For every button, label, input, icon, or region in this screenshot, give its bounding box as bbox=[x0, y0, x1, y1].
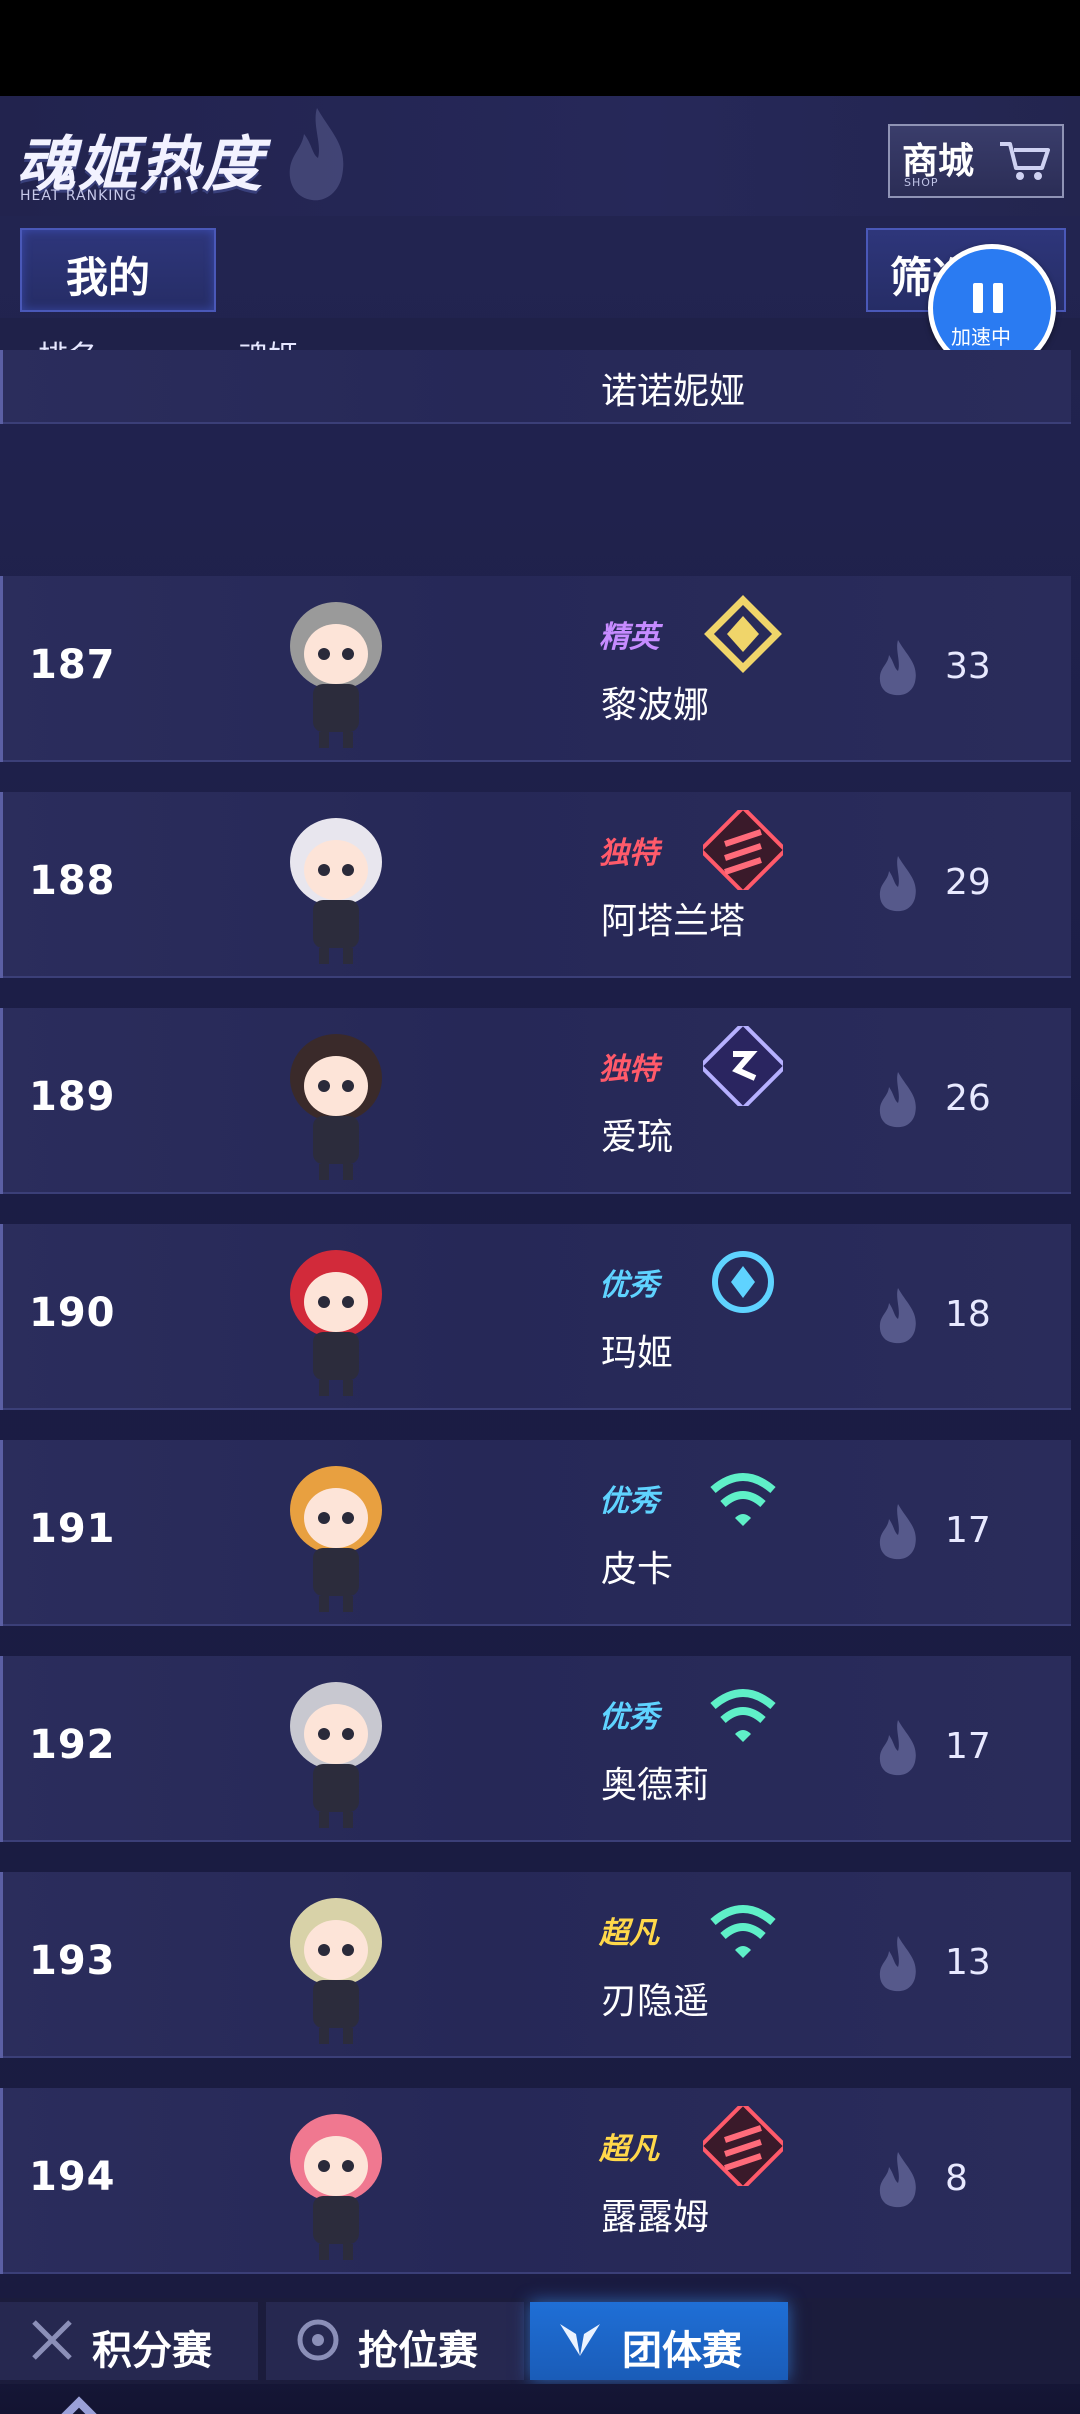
ranking-row-partial[interactable]: 诺诺妮娅 bbox=[0, 350, 1071, 424]
ranking-row[interactable]: 194 超凡露露姆 8 bbox=[0, 2088, 1071, 2274]
quality-badge: 超凡 bbox=[599, 2132, 659, 2167]
crossed-swords-icon bbox=[32, 2320, 72, 2360]
rune-purple-icon bbox=[703, 1026, 783, 1106]
tab-label: 团体赛 bbox=[622, 2328, 742, 2374]
ring-cyan-icon bbox=[712, 1251, 774, 1313]
pause-icon bbox=[973, 283, 983, 313]
heat-value: 8 bbox=[945, 2158, 968, 2199]
rank-number: 190 bbox=[29, 1290, 116, 1336]
quality-badge: 精英 bbox=[599, 620, 659, 655]
page-subtitle: HEAT RANKING bbox=[20, 188, 137, 204]
heat-value: 29 bbox=[945, 862, 991, 903]
slash-red-icon bbox=[703, 2106, 783, 2186]
flame-icon bbox=[879, 640, 916, 696]
character-avatar[interactable] bbox=[251, 1880, 421, 2050]
character-name: 奥德莉 bbox=[601, 1765, 710, 1806]
character-avatar[interactable] bbox=[251, 1232, 421, 1402]
rank-number: 192 bbox=[29, 1722, 116, 1768]
rank-number: 188 bbox=[29, 858, 116, 904]
tab-position-match[interactable]: 抢位赛 bbox=[266, 2302, 524, 2380]
rank-number: 193 bbox=[29, 1938, 116, 1984]
heat-value: 17 bbox=[945, 1510, 991, 1551]
back-logo-icon[interactable] bbox=[24, 2396, 134, 2414]
flame-icon bbox=[879, 2152, 916, 2208]
character-name: 爱琉 bbox=[601, 1117, 674, 1158]
character-name: 诺诺妮娅 bbox=[601, 371, 746, 412]
slash-red-icon bbox=[703, 810, 783, 890]
character-avatar[interactable] bbox=[251, 1016, 421, 1186]
ranking-row[interactable]: 191 优秀皮卡 17 bbox=[0, 1440, 1071, 1626]
wave-teal-icon bbox=[710, 1473, 776, 1526]
character-name: 黎波娜 bbox=[601, 685, 710, 726]
character-name: 阿塔兰塔 bbox=[601, 901, 746, 942]
ranking-row[interactable]: 189 独特爱琉 26 bbox=[0, 1008, 1071, 1194]
flame-icon bbox=[879, 1936, 916, 1992]
heat-value: 33 bbox=[945, 646, 991, 687]
mine-label: 我的 bbox=[66, 253, 151, 302]
flame-icon bbox=[879, 1720, 916, 1776]
app-screen: 魂姬热度 HEAT RANKING 商城 SHOP 我的 筛选 排名 魂姬 热度… bbox=[0, 96, 1080, 2414]
speed-label: 加速中 bbox=[951, 325, 1011, 349]
ranking-row[interactable]: 192 优秀奥德莉 17 bbox=[0, 1656, 1071, 1842]
flame-icon bbox=[879, 1072, 916, 1128]
quality-badge: 独特 bbox=[599, 836, 659, 871]
target-icon bbox=[297, 2319, 339, 2361]
character-name: 玛姬 bbox=[601, 1333, 674, 1374]
quality-badge: 超凡 bbox=[599, 1916, 659, 1951]
quality-badge: 优秀 bbox=[599, 1700, 659, 1735]
character-name: 露露姆 bbox=[601, 2197, 710, 2238]
footer-bar bbox=[0, 2384, 1080, 2414]
quality-badge: 独特 bbox=[599, 1052, 659, 1087]
tab-points-match[interactable]: 积分赛 bbox=[0, 2302, 258, 2380]
ranking-row[interactable]: 187 精英黎波娜 33 bbox=[0, 576, 1071, 762]
tab-team-match[interactable]: 团体赛 bbox=[530, 2302, 788, 2380]
quality-badge: 优秀 bbox=[599, 1484, 659, 1519]
tab-label: 抢位赛 bbox=[358, 2328, 478, 2374]
bottom-tab-bar: 积分赛 抢位赛 团体赛 bbox=[0, 2298, 1080, 2384]
cart-icon bbox=[1000, 142, 1050, 180]
quality-badge: 优秀 bbox=[599, 1268, 659, 1303]
rank-number: 191 bbox=[29, 1506, 116, 1552]
heat-value: 13 bbox=[945, 1942, 991, 1983]
rank-number: 187 bbox=[29, 642, 116, 688]
ranking-row[interactable]: 193 超凡刃隐遥 13 bbox=[0, 1872, 1071, 2058]
flame-icon bbox=[879, 1288, 916, 1344]
character-avatar[interactable] bbox=[251, 800, 421, 970]
ranking-row[interactable]: 188 独特阿塔兰塔 29 bbox=[0, 792, 1071, 978]
tab-label: 积分赛 bbox=[92, 2328, 212, 2374]
rank-number: 189 bbox=[29, 1074, 116, 1120]
mine-button[interactable]: 我的 bbox=[20, 228, 216, 312]
heat-value: 18 bbox=[945, 1294, 991, 1335]
shop-sublabel: SHOP bbox=[904, 176, 939, 189]
character-name: 皮卡 bbox=[601, 1549, 674, 1590]
flame-icon bbox=[879, 856, 916, 912]
pause-icon-bar bbox=[993, 283, 1003, 313]
flame-icon bbox=[289, 108, 344, 201]
ranking-row[interactable]: 190 优秀玛姬 18 bbox=[0, 1224, 1071, 1410]
header-bar: 魂姬热度 HEAT RANKING 商城 SHOP bbox=[0, 96, 1080, 216]
rank-number: 194 bbox=[29, 2154, 116, 2200]
heat-value: 17 bbox=[945, 1726, 991, 1767]
status-bar bbox=[0, 0, 1080, 96]
shop-button[interactable]: 商城 SHOP bbox=[888, 124, 1064, 198]
wave-teal-icon bbox=[710, 1905, 776, 1958]
character-avatar[interactable] bbox=[251, 1664, 421, 1834]
wave-teal-icon bbox=[710, 1689, 776, 1742]
character-avatar[interactable] bbox=[251, 2096, 421, 2266]
character-avatar[interactable] bbox=[251, 584, 421, 754]
wings-icon bbox=[560, 2324, 600, 2356]
character-name: 刃隐遥 bbox=[601, 1981, 710, 2022]
diamond-gold-icon bbox=[704, 595, 782, 673]
flame-icon bbox=[879, 1504, 916, 1560]
heat-value: 26 bbox=[945, 1078, 991, 1119]
character-avatar[interactable] bbox=[251, 1448, 421, 1618]
